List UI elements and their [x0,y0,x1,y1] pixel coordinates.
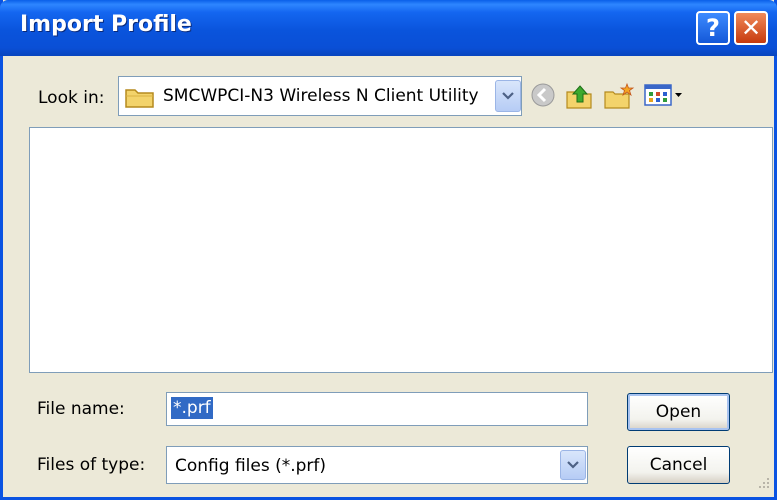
dialog-title: Import Profile [20,12,192,37]
view-menu-icon[interactable] [643,82,685,112]
cancel-button-label: Cancel [649,455,708,475]
new-folder-icon[interactable] [603,82,635,114]
look-in-value: SMCWPCI-N3 Wireless N Client Utility [163,86,479,106]
file-type-dropdown[interactable]: Config files (*.prf) [166,446,588,484]
file-name-value: *.prf [171,397,213,419]
open-button[interactable]: Open [627,393,730,431]
file-name-label: File name: [37,399,125,419]
help-button[interactable]: ? [696,11,730,45]
chevron-down-icon [567,461,579,469]
close-button[interactable]: ✕ [734,11,768,45]
import-profile-dialog: Import Profile ? ✕ Look in: SMCWPCI-N3 W… [0,0,777,500]
chevron-down-icon [502,92,514,100]
resize-grip-icon[interactable] [756,474,770,493]
file-type-dropdown-arrow[interactable] [560,450,586,480]
open-button-label: Open [655,402,702,422]
look-in-label: Look in: [38,88,105,108]
help-icon: ? [706,14,720,42]
cancel-button[interactable]: Cancel [627,446,730,484]
file-type-value: Config files (*.prf) [175,456,327,476]
folder-icon [124,85,156,113]
close-icon: ✕ [740,14,762,42]
file-name-input[interactable]: *.prf [166,392,588,426]
look-in-dropdown-arrow[interactable] [495,80,521,112]
title-bar[interactable]: Import Profile ? ✕ [0,0,777,56]
file-list[interactable] [29,127,773,373]
look-in-dropdown[interactable]: SMCWPCI-N3 Wireless N Client Utility [118,76,522,116]
back-icon[interactable] [530,82,556,112]
file-type-label: Files of type: [37,455,146,475]
up-folder-icon[interactable] [565,82,595,114]
